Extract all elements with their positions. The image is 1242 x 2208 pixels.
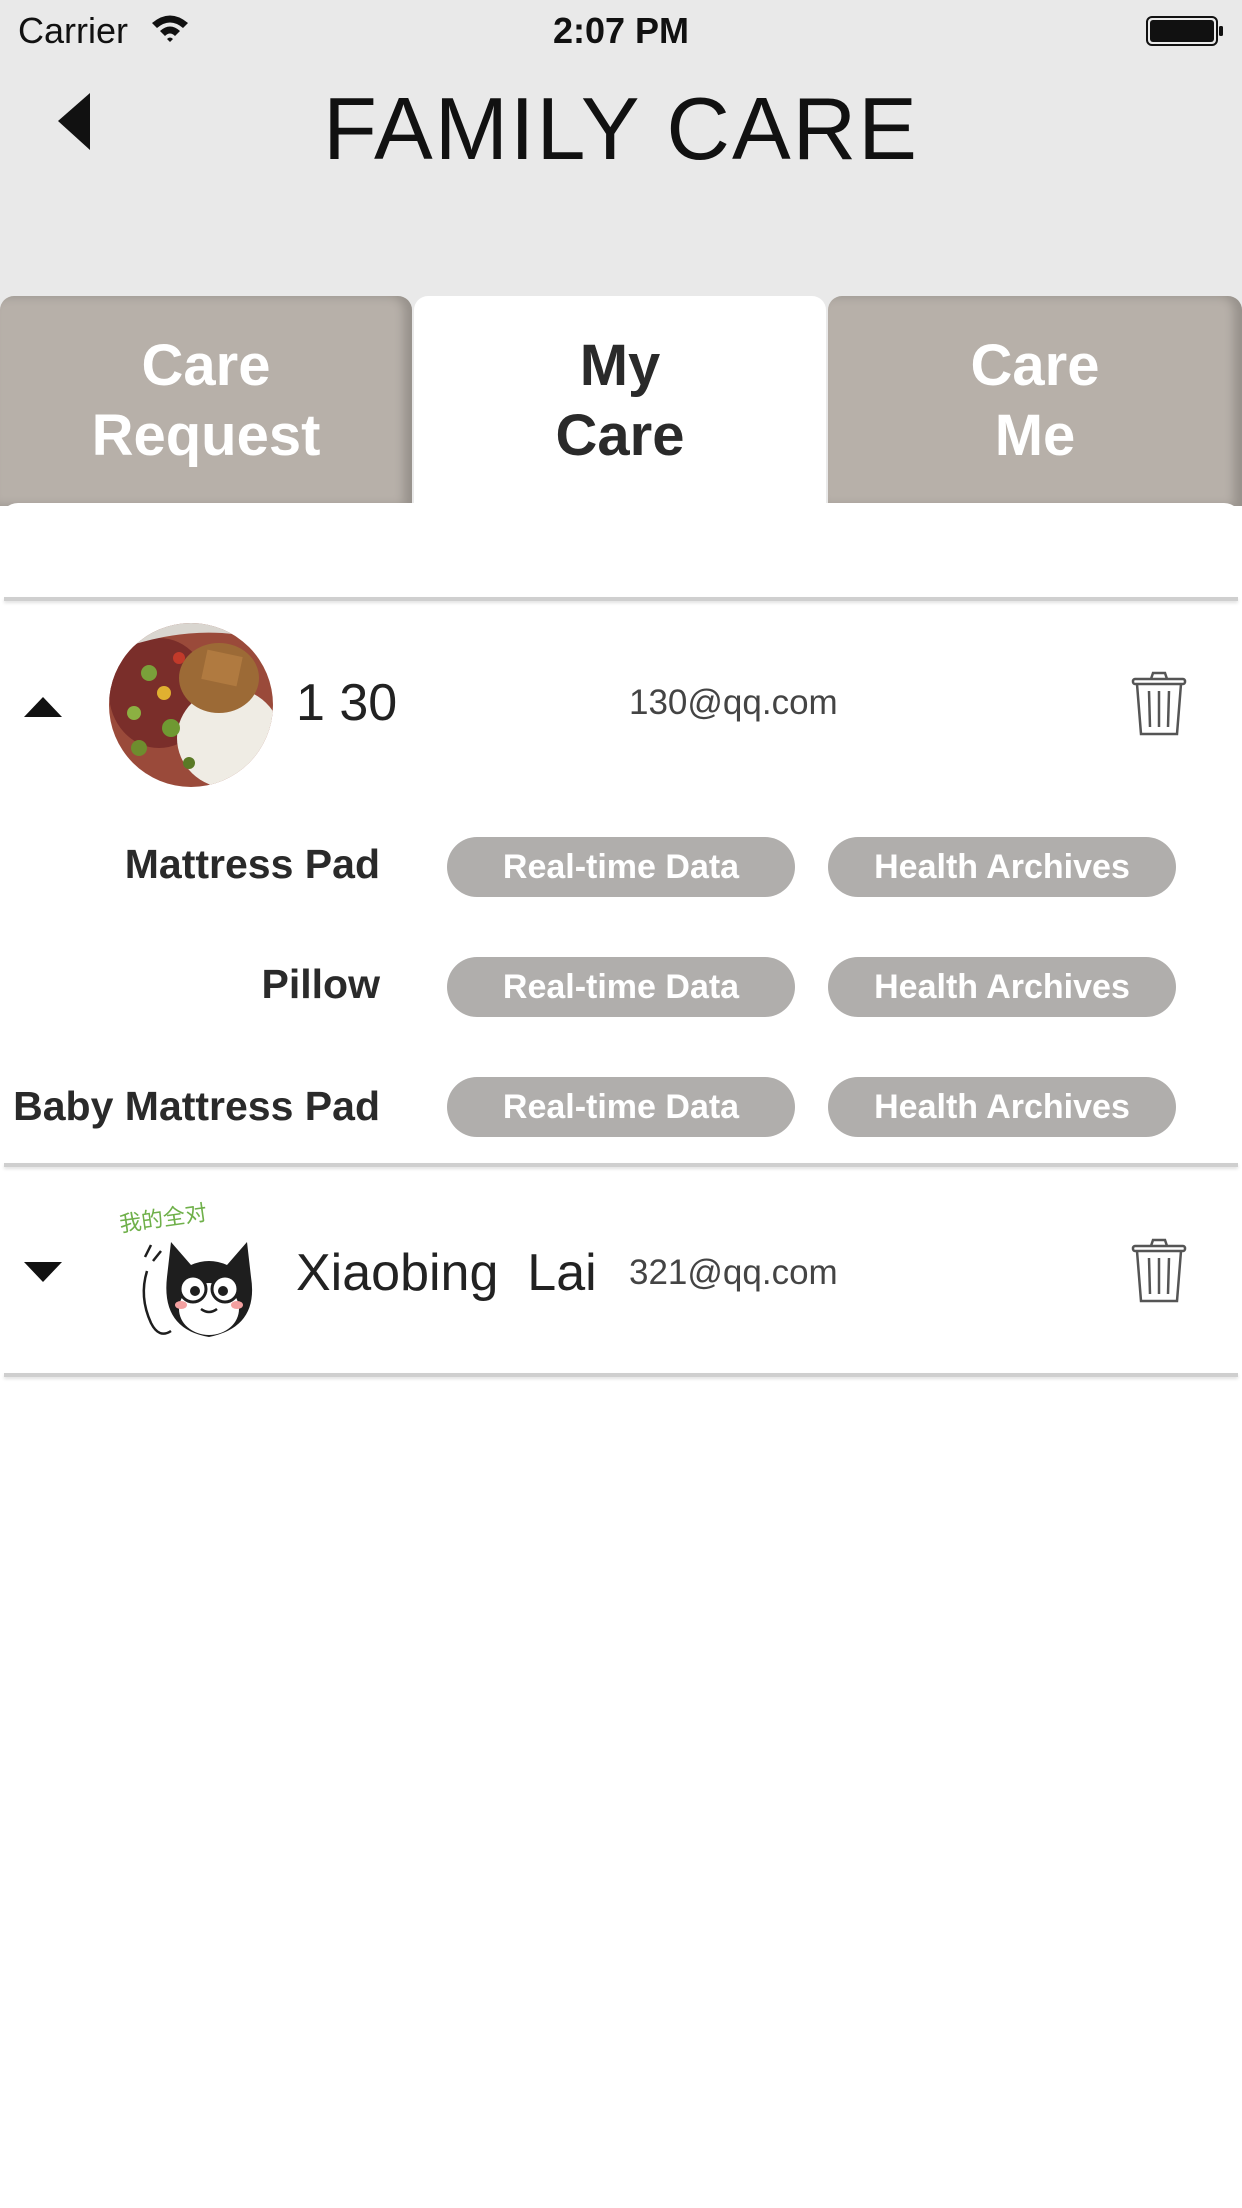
- content-panel: 1 30 130@qq.com Mattress Pad Real-time D…: [0, 503, 1242, 2208]
- button-label: Real-time Data: [502, 1087, 740, 1126]
- tab-label: My Care: [555, 333, 685, 468]
- device-label: Pillow: [261, 961, 380, 1007]
- svg-text:我的全对: 我的全对: [118, 1201, 209, 1238]
- tab-label: Care Request: [91, 333, 321, 468]
- device-label: Baby Mattress Pad: [13, 1083, 380, 1129]
- caret-up-icon[interactable]: [22, 695, 64, 719]
- tab-care-me[interactable]: Care Me: [828, 296, 1242, 506]
- realtime-data-button[interactable]: Real-time Data: [447, 957, 795, 1017]
- divider: [4, 597, 1238, 601]
- button-label: Real-time Data: [502, 967, 740, 1006]
- health-archives-button[interactable]: Health Archives: [828, 957, 1176, 1017]
- contact-name: 1 30: [296, 674, 398, 732]
- divider: [4, 1163, 1238, 1167]
- device-label: Mattress Pad: [124, 841, 380, 887]
- contact-email: 130@qq.com: [629, 683, 838, 722]
- avatar: 我的全对: [109, 1197, 273, 1361]
- battery-icon: [1146, 16, 1223, 46]
- health-archives-button[interactable]: Health Archives: [828, 1077, 1176, 1137]
- caret-down-icon[interactable]: [22, 1260, 64, 1284]
- realtime-data-button[interactable]: Real-time Data: [447, 837, 795, 897]
- tab-label: Care Me: [970, 333, 1100, 468]
- tab-care-request[interactable]: Care Request: [0, 296, 412, 506]
- contact-email: 321@qq.com: [629, 1253, 838, 1292]
- food-photo-avatar: [109, 623, 273, 787]
- cartoon-cat-avatar: 我的全对: [118, 1201, 263, 1361]
- trash-icon[interactable]: [1130, 671, 1188, 737]
- button-label: Real-time Data: [502, 847, 740, 886]
- health-archives-button[interactable]: Health Archives: [828, 837, 1176, 897]
- page-title: FAMILY CARE: [323, 79, 919, 178]
- realtime-data-button[interactable]: Real-time Data: [447, 1077, 795, 1137]
- divider: [4, 1373, 1238, 1377]
- tab-my-care[interactable]: My Care: [414, 296, 826, 506]
- button-label: Health Archives: [874, 1087, 1130, 1126]
- trash-icon[interactable]: [1130, 1238, 1188, 1304]
- avatar: [109, 623, 273, 787]
- button-label: Health Archives: [874, 967, 1130, 1006]
- button-label: Health Archives: [874, 847, 1130, 886]
- contact-name: Xiaobing Lai: [296, 1244, 597, 1302]
- status-bar: Carrier 2:07 PM: [0, 0, 1242, 60]
- status-time: 2:07 PM: [552, 10, 690, 51]
